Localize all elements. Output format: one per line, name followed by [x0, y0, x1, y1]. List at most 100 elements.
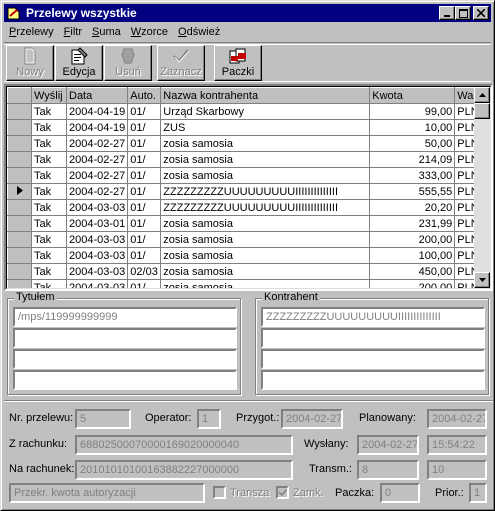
cell-nazwa[interactable]: zosia samosia	[160, 167, 371, 184]
row-indicator[interactable]	[7, 279, 32, 288]
cell-data[interactable]: 2004-03-03	[66, 279, 129, 288]
delete-button[interactable]: Usuń	[104, 45, 152, 81]
kontrahent-line-4[interactable]	[261, 370, 485, 390]
table-row[interactable]: Tak 2004-02-27 01/zosia samosia 333,00 PLN	[7, 167, 483, 184]
transza-checkbox[interactable]	[213, 486, 226, 499]
edit-button[interactable]: Edycja	[55, 45, 103, 81]
cell-data[interactable]: 2004-03-01	[66, 215, 129, 232]
kontrahent-line-1[interactable]: ZZZZZZZZZUUUUUUUUUIIIIIIIIIIIIII	[261, 307, 485, 327]
cell-kwota[interactable]: 100,00	[369, 247, 456, 264]
row-indicator[interactable]	[7, 119, 32, 136]
minimize-button[interactable]	[439, 6, 455, 20]
cell-data[interactable]: 2004-02-27	[66, 183, 129, 200]
app-icon[interactable]	[6, 5, 22, 21]
cell-data[interactable]: 2004-03-03	[66, 231, 129, 248]
cell-kwota[interactable]: 333,00	[369, 167, 456, 184]
cell-kwota[interactable]: 450,00	[369, 263, 456, 280]
row-indicator[interactable]	[7, 183, 32, 200]
cell-nazwa[interactable]: ZZZZZZZZZUUUUUUUUUIIIIIIIIIIIIII	[160, 183, 371, 200]
wyslany-time-field[interactable]: 15:54:22	[427, 435, 487, 455]
autoryzacja-field[interactable]: Przekr. kwota autoryzacji	[9, 483, 205, 503]
table-row[interactable]: Tak 2004-04-19 01/ZUS 10,00 PLN	[7, 119, 483, 136]
table-row[interactable]: Tak 2004-03-03 01/ZZZZZZZZZUUUUUUUUUIIIIII…	[7, 199, 483, 216]
cell-auto[interactable]: 01/	[127, 231, 162, 248]
kontrahent-line-3[interactable]	[261, 349, 485, 369]
table-row[interactable]: Tak 2004-03-03 01/zosia samosia 100,00 PLN	[7, 247, 483, 264]
transm-field-2[interactable]: 10	[427, 460, 487, 480]
scroll-down-button[interactable]	[474, 272, 490, 288]
table-row[interactable]: Tak 2004-03-03 02/03 zosia samosia 450,00 PLN	[7, 263, 483, 280]
menu-filtr[interactable]: Filtr	[59, 26, 87, 38]
cell-auto[interactable]: 01/	[127, 247, 162, 264]
menu-suma[interactable]: Suma	[87, 26, 126, 38]
cell-kwota[interactable]: 20,20	[369, 199, 456, 216]
cell-data[interactable]: 2004-03-03	[66, 199, 129, 216]
cell-auto[interactable]: 01/	[127, 119, 162, 136]
cell-data[interactable]: 2004-04-19	[66, 119, 129, 136]
cell-kwota[interactable]: 214,09	[369, 151, 456, 168]
row-indicator[interactable]	[7, 151, 32, 168]
tytulem-line-4[interactable]	[13, 370, 237, 390]
column-header-nazwa[interactable]: Nazwa kontrahenta	[160, 87, 371, 104]
table-row[interactable]: Tak 2004-02-27 01/ZZZZZZZZZUUUUUUUUUIIIIII…	[7, 183, 483, 200]
close-button[interactable]	[473, 6, 489, 20]
scroll-thumb[interactable]	[474, 103, 490, 119]
cell-kwota[interactable]: 200,00	[369, 279, 456, 288]
cell-nazwa[interactable]: ZUS	[160, 119, 371, 136]
wyslany-date-field[interactable]: 2004-02-27	[357, 435, 419, 455]
cell-auto[interactable]: 02/03	[127, 263, 162, 280]
cell-nazwa[interactable]: zosia samosia	[160, 247, 371, 264]
cell-wyslij[interactable]: Tak	[31, 151, 67, 168]
new-button[interactable]: Nowy	[6, 45, 54, 81]
cell-nazwa[interactable]: zosia samosia	[160, 279, 371, 288]
cell-auto[interactable]: 01/	[127, 151, 162, 168]
planowany-field[interactable]: 2004-02-27	[427, 409, 487, 429]
cell-wyslij[interactable]: Tak	[31, 135, 67, 152]
z-rachunku-field[interactable]: 68802500070000169020000040	[75, 435, 293, 455]
cell-wyslij[interactable]: Tak	[31, 167, 67, 184]
cell-kwota[interactable]: 555,55	[369, 183, 456, 200]
menu-wzorce[interactable]: Wzorce	[126, 26, 173, 38]
cell-wyslij[interactable]: Tak	[31, 263, 67, 280]
table-row[interactable]: Tak 2004-02-27 01/zosia samosia 50,00 PLN	[7, 135, 483, 152]
cell-wyslij[interactable]: Tak	[31, 279, 67, 288]
row-indicator[interactable]	[7, 103, 32, 120]
cell-data[interactable]: 2004-02-27	[66, 167, 129, 184]
table-row[interactable]: Tak 2004-03-03 01/zosia samosia 200,00 PLN	[7, 279, 483, 288]
kontrahent-line-2[interactable]	[261, 328, 485, 348]
column-header-kwota[interactable]: Kwota	[369, 87, 456, 104]
table-row[interactable]: Tak 2004-04-19 01/Urząd Skarbowy 99,00 PLN	[7, 103, 483, 120]
packages-button[interactable]: Paczki	[214, 45, 262, 81]
nr-przelewu-field[interactable]: 5	[75, 409, 131, 429]
cell-wyslij[interactable]: Tak	[31, 199, 67, 216]
cell-nazwa[interactable]: zosia samosia	[160, 135, 371, 152]
table-row[interactable]: Tak 2004-03-03 01/zosia samosia 200,00 PLN	[7, 231, 483, 248]
cell-auto[interactable]: 01/	[127, 215, 162, 232]
przygot-field[interactable]: 2004-02-27	[281, 409, 343, 429]
prior-field[interactable]: 1	[469, 483, 487, 503]
cell-kwota[interactable]: 200,00	[369, 231, 456, 248]
transfers-grid[interactable]: Wyślij Data Auto. Nazwa kontrahenta Kwot…	[4, 84, 493, 291]
na-rachunek-field[interactable]: 20101010100163882227000000	[75, 460, 293, 480]
zamk-checkbox[interactable]	[276, 486, 289, 499]
cell-nazwa[interactable]: zosia samosia	[160, 263, 371, 280]
column-header-data[interactable]: Data	[65, 87, 129, 104]
cell-kwota[interactable]: 231,99	[369, 215, 456, 232]
cell-kwota[interactable]: 50,00	[369, 135, 456, 152]
cell-kwota[interactable]: 10,00	[369, 119, 456, 136]
row-indicator[interactable]	[7, 215, 32, 232]
column-header-wyslij[interactable]: Wyślij	[31, 87, 67, 104]
cell-wyslij[interactable]: Tak	[31, 247, 67, 264]
table-row[interactable]: Tak 2004-02-27 01/zosia samosia 214,09 PLN	[7, 151, 483, 168]
row-indicator[interactable]	[7, 199, 32, 216]
cell-auto[interactable]: 01/	[127, 103, 162, 120]
title-bar[interactable]: Przelewy wszystkie	[4, 4, 491, 22]
cell-nazwa[interactable]: Urząd Skarbowy	[160, 103, 371, 120]
cell-auto[interactable]: 01/	[127, 183, 162, 200]
row-indicator[interactable]	[7, 247, 32, 264]
cell-auto[interactable]: 01/	[127, 199, 162, 216]
tytulem-line-3[interactable]	[13, 349, 237, 369]
row-indicator[interactable]	[7, 231, 32, 248]
paczka-field[interactable]: 0	[380, 483, 420, 503]
cell-wyslij[interactable]: Tak	[31, 183, 67, 200]
